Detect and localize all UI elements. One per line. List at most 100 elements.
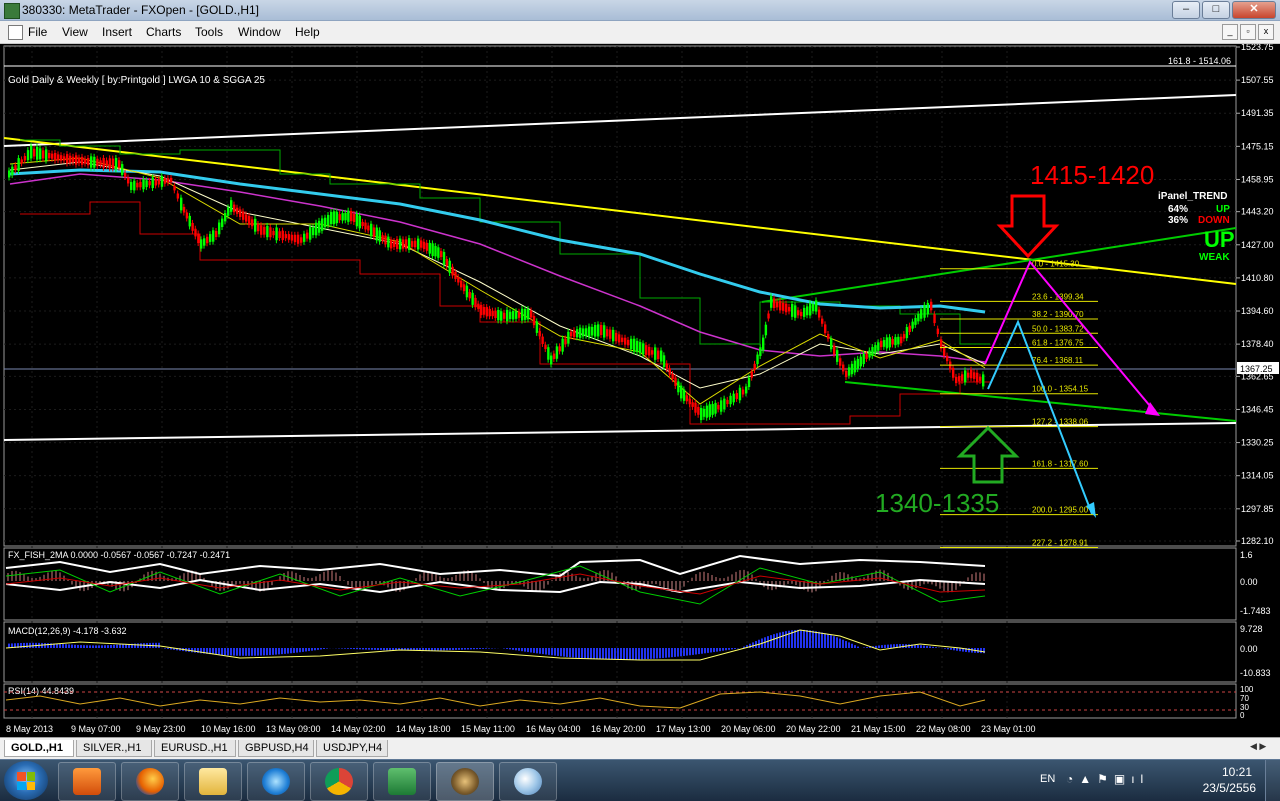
show-desktop-button[interactable] xyxy=(1265,760,1280,801)
macd-bar xyxy=(650,648,652,659)
macd-bar xyxy=(443,648,445,650)
clock-time[interactable]: 10:21 xyxy=(1222,765,1252,779)
bull-candle xyxy=(275,227,277,240)
bear-candle xyxy=(373,227,375,236)
firefox-icon xyxy=(136,768,164,795)
taskbar-chrome[interactable] xyxy=(310,762,368,801)
bear-candle xyxy=(236,208,238,214)
bull-candle xyxy=(588,327,590,337)
menu-window[interactable]: Window xyxy=(238,25,281,39)
macd-bar xyxy=(560,648,562,656)
chart-document-icon[interactable] xyxy=(8,25,23,40)
maximize-button[interactable]: □ xyxy=(1202,1,1230,19)
chart-window[interactable]: 0.0 - 1415.3023.6 - 1399.3438.2 - 1390.7… xyxy=(0,44,1280,736)
bull-candle xyxy=(212,230,214,241)
menu-charts[interactable]: Charts xyxy=(146,25,181,39)
macd-bar xyxy=(509,648,511,649)
mdi-minimize-button[interactable]: _ xyxy=(1222,24,1238,40)
tray-icons[interactable]: ◔▲⚑▣ıl xyxy=(1066,772,1149,786)
tab-silver-h1[interactable]: SILVER.,H1 xyxy=(76,740,152,757)
close-button[interactable]: ✕ xyxy=(1232,1,1276,19)
tab-eurusd-h1[interactable]: EURUSD.,H1 xyxy=(154,740,236,757)
macd-bar xyxy=(92,645,94,648)
menu-view[interactable]: View xyxy=(62,25,88,39)
macd-bar xyxy=(647,648,649,659)
ipanel-big-signal: UP xyxy=(1204,227,1235,252)
tab-gbpusd-h4[interactable]: GBPUSD,H4 xyxy=(238,740,314,757)
bull-candle xyxy=(434,246,436,256)
taskbar-paint[interactable] xyxy=(499,762,557,801)
bear-candle xyxy=(621,338,623,342)
macd-bar xyxy=(437,648,439,650)
bear-candle xyxy=(405,239,407,248)
menu-tools[interactable]: Tools xyxy=(195,25,223,39)
mdi-close-button[interactable]: x xyxy=(1258,24,1274,40)
price-tick-label: 1523.75 xyxy=(1241,44,1274,52)
macd-bar xyxy=(683,648,685,656)
taskbar-excel[interactable] xyxy=(373,762,431,801)
bear-candle xyxy=(618,334,620,342)
bear-candle xyxy=(736,393,738,399)
time-tick-label: 20 May 22:00 xyxy=(786,724,841,734)
macd-bar xyxy=(512,648,514,650)
minimize-button[interactable]: – xyxy=(1172,1,1200,19)
tab-scroll-arrows-icon[interactable]: ◀ ▶ xyxy=(1250,741,1274,755)
menu-file[interactable]: File xyxy=(28,25,47,39)
tab-gold-h1[interactable]: GOLD.,H1 xyxy=(4,740,74,757)
bull-candle xyxy=(567,332,569,344)
taskbar-metatrader[interactable] xyxy=(436,762,494,801)
bull-candle xyxy=(399,239,401,250)
menu-help[interactable]: Help xyxy=(295,25,320,39)
bear-candle xyxy=(486,307,488,316)
macd-bar xyxy=(848,642,850,648)
time-tick-label: 14 May 02:00 xyxy=(331,724,386,734)
macd-bar xyxy=(467,648,469,649)
bear-candle xyxy=(21,159,23,163)
bear-candle xyxy=(666,363,668,369)
macd-bar xyxy=(386,648,388,650)
language-indicator[interactable]: EN xyxy=(1040,773,1055,785)
bear-candle xyxy=(606,329,608,336)
macd-bar xyxy=(284,648,286,654)
bear-candle xyxy=(420,240,422,247)
macd-bar xyxy=(110,645,112,648)
macd-bar xyxy=(581,648,583,658)
taskbar-internet-explorer[interactable] xyxy=(247,762,305,801)
bear-candle xyxy=(474,298,476,307)
bear-candle xyxy=(124,173,126,177)
taskbar-file-explorer[interactable] xyxy=(184,762,242,801)
macd-bar xyxy=(569,648,571,657)
price-chart[interactable]: 0.0 - 1415.3023.6 - 1399.3438.2 - 1390.7… xyxy=(0,44,1280,736)
taskbar-firefox[interactable] xyxy=(121,762,179,801)
menu-insert[interactable]: Insert xyxy=(102,25,132,39)
rsi-label: RSI(14) 44.8439 xyxy=(8,686,74,696)
time-tick-label: 23 May 01:00 xyxy=(981,724,1036,734)
macd-bar xyxy=(596,648,598,659)
taskbar-media-player[interactable] xyxy=(58,762,116,801)
macd-bar xyxy=(563,648,565,657)
fib-level-label: 200.0 - 1295.00 xyxy=(1032,506,1089,515)
macd-bar xyxy=(164,648,166,649)
bull-candle xyxy=(336,212,338,223)
bull-candle xyxy=(341,213,343,220)
bull-candle xyxy=(356,214,358,227)
chart-grid xyxy=(4,46,1236,718)
bull-candle xyxy=(500,311,502,321)
macd-bar xyxy=(539,648,541,654)
bull-candle xyxy=(812,304,814,311)
bull-candle xyxy=(851,364,853,374)
bear-candle xyxy=(800,312,802,316)
time-tick-label: 13 May 09:00 xyxy=(266,724,321,734)
tab-usdjpy-h4[interactable]: USDJPY,H4 xyxy=(316,740,388,757)
macd-bar xyxy=(101,645,103,648)
bear-candle xyxy=(530,310,532,317)
bear-candle xyxy=(518,312,520,318)
start-button[interactable] xyxy=(4,761,48,800)
bear-candle xyxy=(194,229,196,237)
macd-bar xyxy=(605,648,607,659)
bull-candle xyxy=(266,226,268,237)
macd-bar xyxy=(641,648,643,659)
mdi-restore-button[interactable]: ▫ xyxy=(1240,24,1256,40)
clock-date[interactable]: 23/5/2556 xyxy=(1203,781,1256,795)
time-tick-label: 16 May 20:00 xyxy=(591,724,646,734)
